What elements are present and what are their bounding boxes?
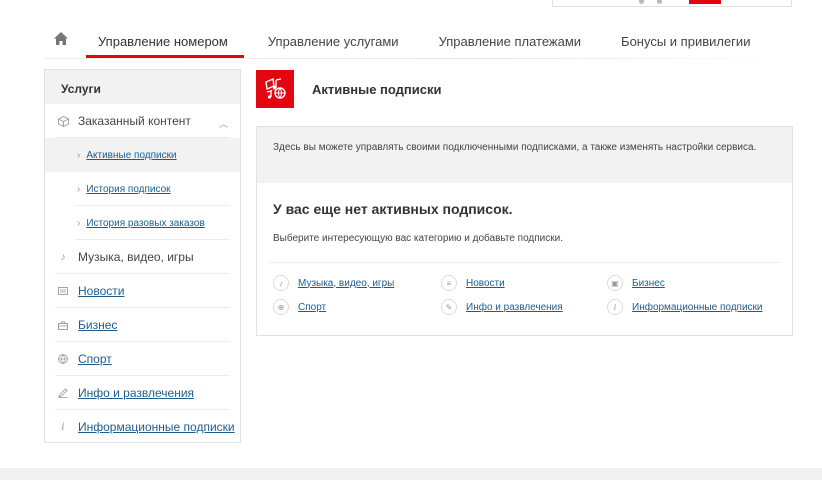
content-header: Активные подписки [256, 69, 793, 109]
info-text: Здесь вы можете управлять своими подключ… [257, 127, 792, 183]
chevron-right-icon: › [77, 149, 81, 161]
ball-icon: ⊕ [273, 299, 289, 315]
header-widget-stub [552, 0, 792, 7]
sidebar-subitem-label[interactable]: История подписок [86, 184, 170, 195]
main-nav: Управление номером Управление услугами У… [44, 24, 792, 58]
sidebar-group-ordered-content[interactable]: Заказанный контент ︿ [45, 104, 240, 138]
main-content: Активные подписки Здесь вы можете управл… [256, 69, 793, 336]
sidebar-subitem-label[interactable]: История разовых заказов [86, 218, 204, 229]
category-link[interactable]: Инфо и развлечения [466, 302, 563, 313]
pencil-icon: ✎ [441, 299, 457, 315]
sidebar-group-label: Заказанный контент [78, 114, 191, 128]
category-info-subscriptions[interactable]: i Информационные подписки [607, 295, 763, 319]
category-link[interactable]: Бизнес [632, 278, 665, 289]
briefcase-icon: ▣ [607, 275, 623, 291]
sidebar-subitem-one-time-orders[interactable]: › История разовых заказов [45, 206, 240, 240]
sidebar-item-label: Музыка, видео, игры [78, 250, 194, 264]
header-dot [657, 0, 662, 4]
page-title: Активные подписки [312, 81, 442, 97]
category-music[interactable]: ♪ Музыка, видео, игры [273, 271, 394, 295]
subscriptions-logo-icon [256, 70, 294, 108]
sidebar-item-music[interactable]: ♪ Музыка, видео, игры [45, 240, 240, 274]
tab-services-management[interactable]: Управление услугами [268, 24, 399, 58]
tab-number-management[interactable]: Управление номером [86, 24, 244, 58]
news-icon [57, 285, 69, 297]
ball-icon [57, 353, 69, 365]
category-sport[interactable]: ⊕ Спорт [273, 295, 326, 319]
tab-payments-management[interactable]: Управление платежами [439, 24, 581, 58]
category-links: ♪ Музыка, видео, игры ≡ Новости ▣ Бизнес… [273, 271, 788, 321]
empty-state-hint: Выберите интересующую вас категорию и до… [273, 233, 563, 244]
header-dot [639, 0, 644, 4]
sidebar-subitem-label[interactable]: Активные подписки [86, 150, 176, 161]
chevron-right-icon: › [77, 217, 81, 229]
sidebar-item-label[interactable]: Спорт [78, 352, 112, 366]
chevron-up-icon[interactable]: ︿ [219, 117, 228, 130]
services-sidebar: Услуги Заказанный контент ︿ › Активные п… [44, 69, 241, 443]
nav-divider [44, 58, 792, 59]
category-link[interactable]: Информационные подписки [632, 302, 763, 313]
header-accent-chip [689, 0, 721, 4]
info-icon: i [61, 421, 65, 433]
pencil-icon [57, 387, 69, 399]
category-business[interactable]: ▣ Бизнес [607, 271, 665, 295]
sidebar-item-business[interactable]: Бизнес [45, 308, 240, 342]
info-icon: i [607, 299, 623, 315]
empty-state-heading: У вас еще нет активных подписок. [273, 201, 513, 217]
music-icon: ♪ [273, 275, 289, 291]
sidebar-item-label[interactable]: Инфо и развлечения [78, 386, 194, 400]
briefcase-icon [57, 319, 69, 331]
category-news[interactable]: ≡ Новости [441, 271, 505, 295]
music-icon: ♪ [60, 251, 66, 263]
sidebar-header: Услуги [45, 70, 240, 104]
sidebar-item-info-subscriptions[interactable]: i Информационные подписки [45, 410, 240, 444]
sidebar-item-label[interactable]: Новости [78, 284, 124, 298]
divider [269, 262, 780, 263]
tab-bonuses[interactable]: Бонусы и привилегии [621, 24, 750, 58]
category-link[interactable]: Музыка, видео, игры [298, 278, 394, 289]
sidebar-subitem-subscription-history[interactable]: › История подписок [45, 172, 240, 206]
sidebar-item-info-entertainment[interactable]: Инфо и развлечения [45, 376, 240, 410]
cube-icon [57, 115, 69, 127]
sidebar-item-news[interactable]: Новости [45, 274, 240, 308]
sidebar-item-label[interactable]: Бизнес [78, 318, 117, 332]
footer-bar [0, 468, 822, 480]
sidebar-subitem-active-subscriptions[interactable]: › Активные подписки [45, 138, 240, 172]
category-link[interactable]: Новости [466, 278, 505, 289]
news-icon: ≡ [441, 275, 457, 291]
subscriptions-panel: Здесь вы можете управлять своими подключ… [256, 126, 793, 336]
sidebar-item-sport[interactable]: Спорт [45, 342, 240, 376]
home-icon[interactable] [44, 24, 78, 58]
category-link[interactable]: Спорт [298, 302, 326, 313]
sidebar-item-label[interactable]: Информационные подписки [78, 420, 235, 434]
category-info-entertainment[interactable]: ✎ Инфо и развлечения [441, 295, 563, 319]
chevron-right-icon: › [77, 183, 81, 195]
